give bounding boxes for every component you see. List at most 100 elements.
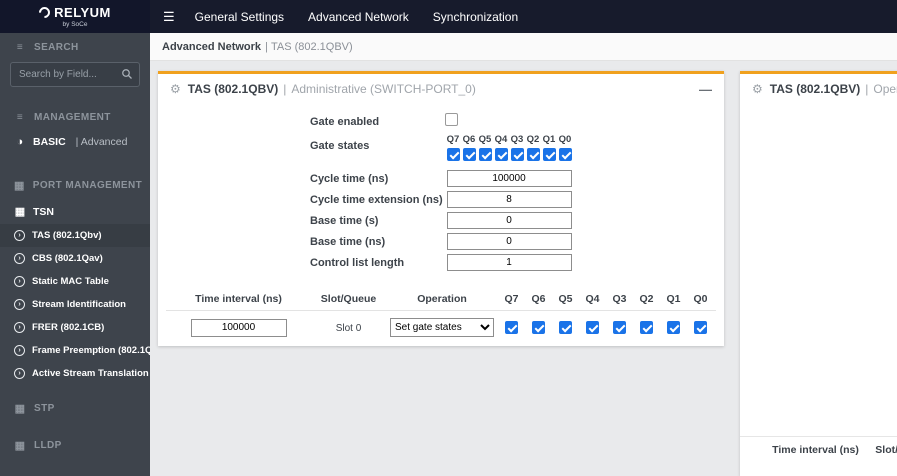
q0-column-header: Q0 [693, 293, 708, 305]
sidebar-section-search[interactable]: ≡ SEARCH [0, 33, 150, 60]
main-content: Advanced Network | TAS (802.1QBV) ⚙ TAS … [150, 33, 897, 476]
tas-label: TAS (802.1Qbv) [32, 230, 102, 241]
breadcrumb: Advanced Network | TAS (802.1QBV) [150, 33, 897, 61]
cycle-time-extension-row: Cycle time extension (ns) [158, 189, 724, 210]
admin-card-separator: | [283, 82, 287, 96]
sidebar-item-frer[interactable]: › FRER (802.1CB) [0, 316, 150, 339]
frer-label: FRER (802.1CB) [32, 322, 105, 333]
sidebar-section-management[interactable]: ≡ MANAGEMENT [0, 103, 150, 130]
cycle-time-extension-input[interactable] [446, 191, 572, 208]
q5-column-header: Q5 [558, 293, 573, 305]
sidebar-section-lldp[interactable]: ▦ LLDP [0, 430, 150, 459]
search-icon[interactable] [121, 68, 133, 80]
top-nav: General Settings Advanced Network Synchr… [195, 10, 519, 24]
tas-administrative-card: ⚙ TAS (802.1QBV) | Administrative (SWITC… [158, 71, 724, 346]
sidebar-item-frame-preemption[interactable]: › Frame Preemption (802.1Qbu) [0, 339, 150, 362]
gate-states-label: Gate states [310, 140, 370, 152]
slot-queue-header: Slot/Queue [320, 293, 377, 305]
gate-state-q0-checkbox[interactable] [558, 148, 572, 161]
sidebar-section-stp[interactable]: ▦ STP [0, 393, 150, 422]
base-time-s-input[interactable] [446, 212, 572, 229]
sidebar-item-tas[interactable]: › TAS (802.1Qbv) [0, 224, 150, 247]
gear-icon: ⚙ [170, 82, 181, 96]
operation-select[interactable]: Set gate states [390, 318, 494, 337]
base-time-ns-row: Base time (ns) [158, 231, 724, 252]
control-list-table-header: Time interval (ns) Slot/Queue Operation … [166, 293, 716, 311]
control-list-length-input[interactable] [446, 254, 572, 271]
row-q1-checkbox[interactable] [667, 320, 680, 334]
gate-enabled-label: Gate enabled [310, 115, 380, 128]
operative-table-header: Time interval (ns) Slot/Queue [740, 436, 897, 456]
tsn-label: TSN [33, 205, 54, 218]
sidebar-item-active-stream-translation[interactable]: › Active Stream Translation [0, 362, 150, 385]
stp-section-icon: ▦ [14, 403, 26, 415]
breadcrumb-page: TAS (802.1QBV) [270, 40, 353, 53]
operative-time-interval-header: Time interval (ns) [772, 444, 859, 456]
sidebar-stp-header: STP [34, 403, 55, 414]
gate-state-q6-checkbox[interactable] [462, 148, 476, 161]
row-time-interval-input[interactable] [190, 318, 287, 337]
tas-operative-card: ⚙ TAS (802.1QBV) | Operative (SWITCH-POR… [740, 71, 897, 476]
admin-card-subtitle: Administrative (SWITCH-PORT_0) [291, 82, 476, 96]
sidebar-item-basic-advanced[interactable]: ◑ BASIC | Advanced [0, 130, 150, 154]
base-time-ns-input[interactable] [446, 233, 572, 250]
chevron-right-icon: › [14, 322, 25, 333]
chevron-right-icon: › [14, 299, 25, 310]
breadcrumb-section[interactable]: Advanced Network [162, 41, 261, 53]
cycle-time-extension-label: Cycle time extension (ns) [310, 193, 443, 206]
row-q7-checkbox[interactable] [505, 320, 518, 334]
row-slot-value: Slot 0 [335, 323, 362, 334]
tsn-grid-icon: ▦ [14, 206, 26, 218]
topbar: RELYUM by SoCe ☰ General Settings Advanc… [0, 0, 897, 33]
gate-enabled-row: Gate enabled [158, 111, 724, 132]
gate-state-q1-checkbox[interactable] [542, 148, 556, 161]
nav-synchronization[interactable]: Synchronization [433, 10, 518, 24]
cycle-time-input[interactable] [446, 170, 572, 187]
collapse-icon[interactable]: — [699, 83, 712, 96]
relyum-logo-icon [36, 4, 53, 21]
sidebar-item-tsn[interactable]: ▦ TSN [0, 199, 150, 224]
gate-state-q2-checkbox[interactable] [526, 148, 540, 161]
lldp-section-icon: ▦ [14, 440, 26, 452]
queue-labels: Q7 Q6 Q5 Q4 Q3 Q2 Q1 Q0 [445, 134, 573, 145]
management-section-icon: ≡ [16, 112, 24, 123]
admin-form: Gate enabled Gate states Q7 Q6 Q5 Q4 Q3 … [158, 102, 724, 273]
nav-advanced-network[interactable]: Advanced Network [308, 10, 409, 24]
gate-state-q5-checkbox[interactable] [478, 148, 492, 161]
row-q4-checkbox[interactable] [586, 320, 599, 334]
operative-card-title: TAS (802.1QBV) [769, 82, 861, 96]
gate-state-q3-checkbox[interactable] [510, 148, 524, 161]
gear-icon: ⚙ [752, 82, 763, 96]
nav-general-settings[interactable]: General Settings [195, 10, 284, 24]
sidebar-section-port-management[interactable]: ▦ PORT MANAGEMENT [0, 170, 150, 199]
chevron-right-icon: › [14, 253, 25, 264]
row-q0-checkbox[interactable] [694, 320, 707, 334]
row-q5-checkbox[interactable] [559, 320, 572, 334]
q6-column-header: Q6 [531, 293, 546, 305]
row-q2-checkbox[interactable] [640, 320, 653, 334]
port-management-section-icon: ▦ [14, 180, 25, 192]
frame-preemption-label: Frame Preemption (802.1Qbu) [32, 345, 150, 356]
sidebar-item-stream-identification[interactable]: › Stream Identification [0, 293, 150, 316]
sidebar-item-cbs[interactable]: › CBS (802.1Qav) [0, 247, 150, 270]
menu-toggle-icon[interactable]: ☰ [163, 9, 175, 25]
sidebar-lldp-header: LLDP [34, 440, 62, 451]
control-list-length-row: Control list length [158, 252, 724, 273]
row-q6-checkbox[interactable] [532, 320, 545, 334]
gate-enabled-checkbox[interactable] [445, 112, 458, 126]
operative-card-header: ⚙ TAS (802.1QBV) | Operative (SWITCH-POR… [740, 74, 897, 102]
gate-state-q7-checkbox[interactable] [446, 148, 460, 161]
q4-label: Q4 [494, 134, 508, 145]
row-q3-checkbox[interactable] [613, 320, 626, 334]
sidebar-search-box [10, 62, 140, 87]
q3-label: Q3 [510, 134, 524, 145]
brand-logo[interactable]: RELYUM by SoCe [0, 0, 150, 33]
q0-label: Q0 [558, 134, 572, 145]
operative-card-separator: | [865, 82, 869, 96]
q2-label: Q2 [526, 134, 540, 145]
sidebar-management-header: MANAGEMENT [34, 112, 111, 123]
gate-state-q4-checkbox[interactable] [494, 148, 508, 161]
q7-label: Q7 [446, 134, 460, 145]
control-list-table: Time interval (ns) Slot/Queue Operation … [166, 293, 716, 337]
sidebar-item-static-mac-table[interactable]: › Static MAC Table [0, 270, 150, 293]
